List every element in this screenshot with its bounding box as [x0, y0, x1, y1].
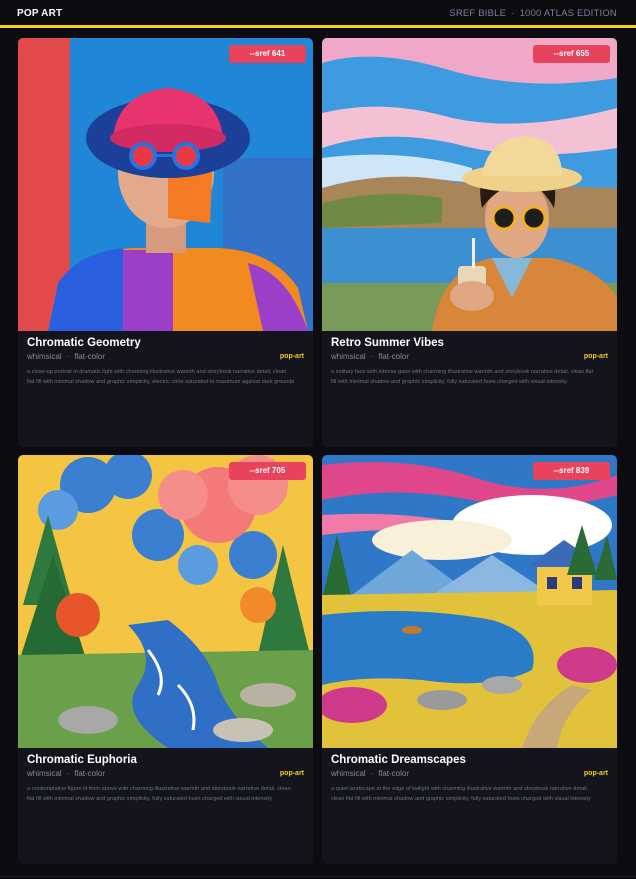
style-card[interactable]: --sref 705 Chromatic Euphoria whimsical ·… [18, 455, 313, 864]
card-tags: whimsical · flat-color [27, 769, 105, 778]
sref-badge[interactable]: --sref 655 [533, 45, 610, 63]
tag-separator: · [66, 352, 70, 361]
card-artwork-summer[interactable] [322, 38, 617, 331]
card-title[interactable]: Chromatic Euphoria [27, 754, 137, 766]
tag-whimsical: whimsical [27, 769, 62, 778]
card-tags: whimsical · flat-color [331, 769, 409, 778]
card-artwork-river[interactable] [18, 455, 313, 748]
card-tags: whimsical · flat-color [331, 352, 409, 361]
tag-whimsical: whimsical [331, 769, 366, 778]
tag-flat-color: flat-color [74, 769, 106, 778]
card-title[interactable]: Retro Summer Vibes [331, 337, 444, 349]
card-description: a contemplative figure lit from above wi… [27, 786, 291, 802]
sref-badge[interactable]: --sref 641 [229, 45, 306, 63]
sref-badge[interactable]: --sref 705 [229, 462, 306, 480]
card-tags: whimsical · flat-color [27, 352, 105, 361]
card-description: a close-up portrait in dramatic light wi… [27, 369, 295, 385]
card-artwork-portrait[interactable] [18, 38, 313, 331]
card-artwork-lakehouse[interactable] [322, 455, 617, 748]
category-label: pop-art [279, 770, 304, 777]
top-bar: POP ART SREF BIBLE · 1000 ATLAS EDITION [0, 0, 636, 28]
sref-badge[interactable]: --sref 839 [533, 462, 610, 480]
tag-flat-color: flat-color [74, 352, 106, 361]
tag-separator: · [370, 769, 374, 778]
edition-separator: · [511, 8, 515, 19]
tag-whimsical: whimsical [331, 352, 366, 361]
brand-title[interactable]: POP ART [17, 8, 62, 19]
tag-separator: · [66, 769, 70, 778]
style-card[interactable]: --sref 641 Chromatic Geometry whimsical ·… [18, 38, 313, 447]
card-description: a solitary face with intense gaze with c… [331, 369, 594, 385]
style-card[interactable]: --sref 655 Retro Summer Vibes whimsical ·… [322, 38, 617, 447]
bottom-divider [0, 876, 636, 877]
edition-name: 1000 ATLAS EDITION [519, 8, 617, 19]
publication-name: SREF BIBLE [449, 8, 507, 19]
style-card[interactable]: --sref 839 Chromatic Dreamscapes whimsic… [322, 455, 617, 864]
card-title[interactable]: Chromatic Geometry [27, 337, 141, 349]
category-label: pop-art [583, 353, 608, 360]
tag-flat-color: flat-color [378, 769, 410, 778]
edition-label: SREF BIBLE · 1000 ATLAS EDITION [449, 8, 617, 19]
tag-flat-color: flat-color [378, 352, 410, 361]
tag-whimsical: whimsical [27, 352, 62, 361]
card-title[interactable]: Chromatic Dreamscapes [331, 754, 466, 766]
category-label: pop-art [583, 770, 608, 777]
category-label: pop-art [279, 353, 304, 360]
card-description: a quiet landscape at the edge of twiligh… [331, 786, 591, 802]
tag-separator: · [370, 352, 374, 361]
